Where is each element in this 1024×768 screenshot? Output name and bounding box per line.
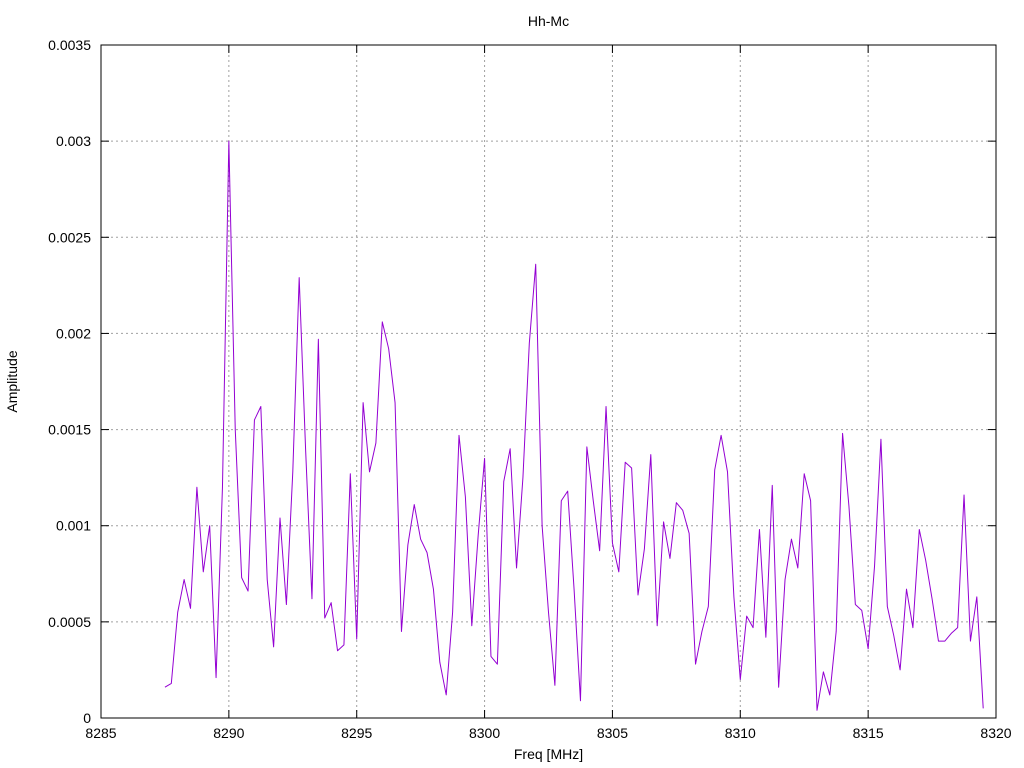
x-tick-label: 8290: [213, 725, 244, 741]
y-tick-label: 0: [83, 710, 91, 726]
y-tick-label: 0.0005: [48, 614, 91, 630]
x-tick-label: 8305: [597, 725, 628, 741]
y-tick-label: 0.003: [56, 133, 91, 149]
x-tick-label: 8310: [725, 725, 756, 741]
y-axis-label: Amplitude: [4, 350, 20, 412]
y-tick-label: 0.0035: [48, 37, 91, 53]
x-tick-label: 8295: [341, 725, 372, 741]
x-tick-label: 8320: [980, 725, 1011, 741]
chart: 8285 8290 8295 8300 8305 8310 8315 8320 0 0.0005 0…: [0, 0, 1024, 768]
chart-title: Hh-Mc: [528, 13, 569, 29]
x-tick-label: 8285: [85, 725, 116, 741]
y-tick-label: 0.001: [56, 518, 91, 534]
x-tick-label: 8300: [469, 725, 500, 741]
y-tick-label: 0.0015: [48, 422, 91, 438]
y-tick-label: 0.002: [56, 325, 91, 341]
chart-background: [0, 0, 1024, 768]
x-tick-label: 8315: [853, 725, 884, 741]
x-axis-label: Freq [MHz]: [514, 746, 583, 762]
y-tick-label: 0.0025: [48, 229, 91, 245]
